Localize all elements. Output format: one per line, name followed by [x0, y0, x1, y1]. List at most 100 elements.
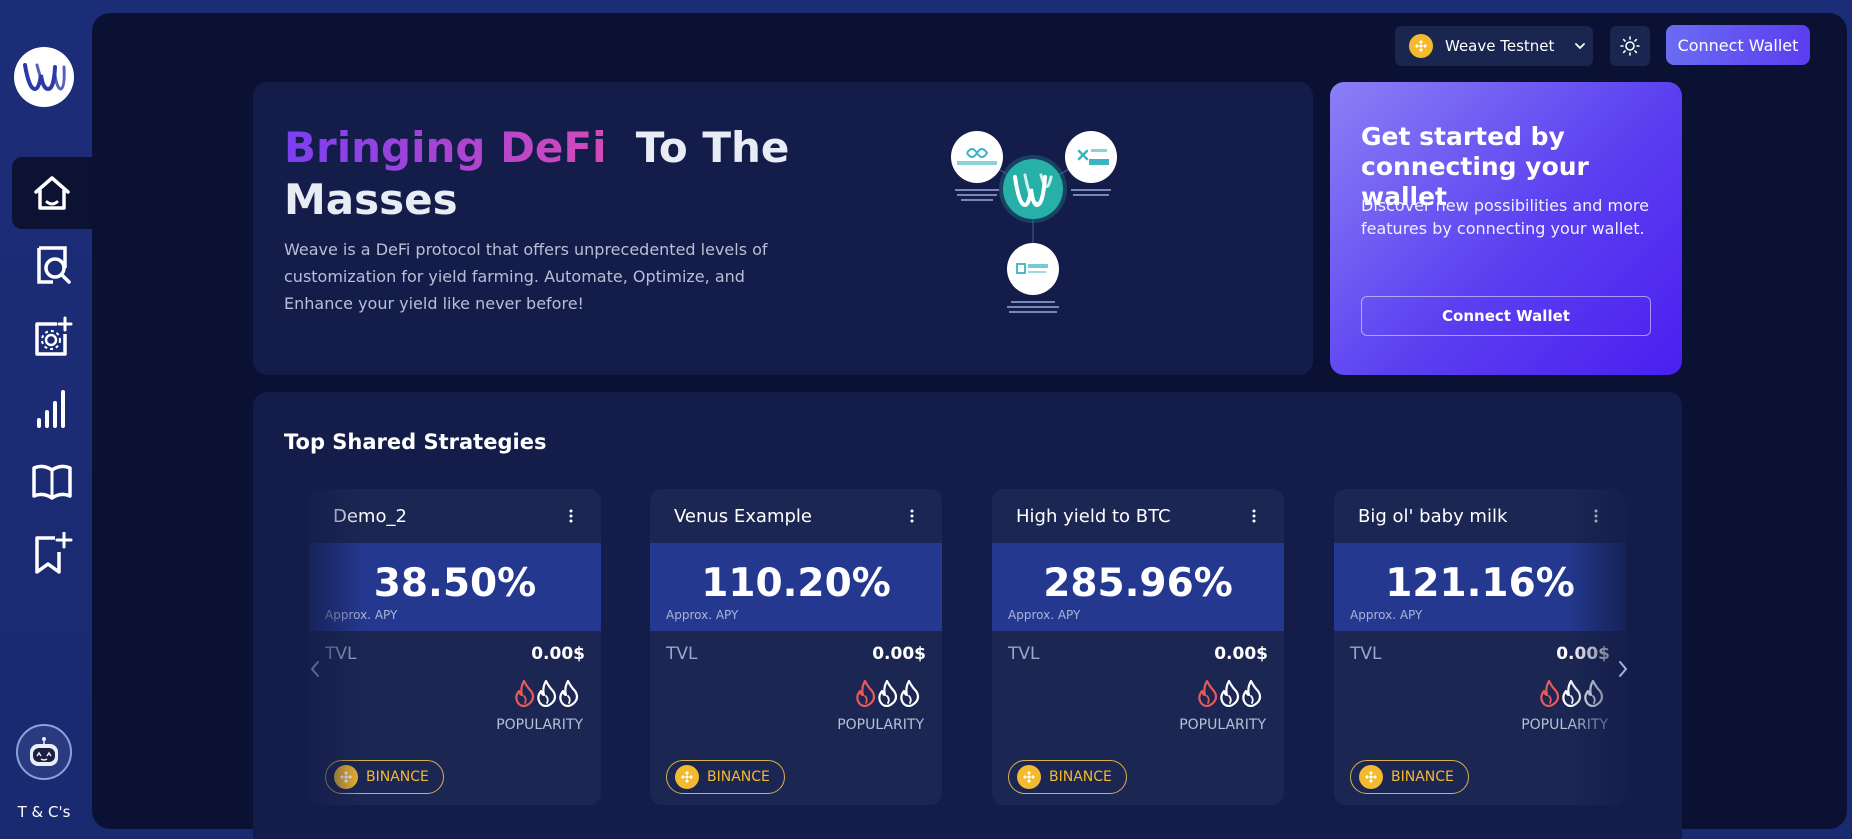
- apy-value: 121.16%: [1385, 561, 1575, 606]
- home-icon: [34, 176, 70, 210]
- apy-value: 285.96%: [1043, 561, 1233, 606]
- card-header: High yield to BTC: [992, 489, 1284, 543]
- bnb-icon: [334, 765, 358, 789]
- more-options-icon[interactable]: [563, 506, 579, 526]
- sidebar-item-create-strategy[interactable]: [12, 301, 92, 373]
- carousel-next-button[interactable]: [1613, 654, 1633, 684]
- popularity-flames: [1538, 679, 1604, 711]
- terms-link[interactable]: T & C's: [0, 803, 88, 821]
- chain-label: BINANCE: [1391, 769, 1454, 785]
- gear-add-icon: [35, 316, 73, 356]
- sidebar-item-docs[interactable]: [12, 445, 92, 517]
- sidebar: T & C's: [0, 0, 92, 839]
- tvl-label: TVL: [325, 644, 357, 664]
- strategy-card[interactable]: Demo_2 38.50% Approx. APY TVL 0.00$ POPULARIT…: [309, 489, 601, 805]
- apy-band: 285.96% Approx. APY: [992, 543, 1284, 631]
- strategy-name: High yield to BTC: [1016, 505, 1171, 527]
- apy-label: Approx. APY: [325, 608, 398, 622]
- popularity-label: POPULARITY: [1179, 717, 1266, 733]
- tvl-label: TVL: [666, 644, 698, 664]
- theme-toggle-button[interactable]: [1610, 26, 1650, 66]
- apy-band: 38.50% Approx. APY: [309, 543, 601, 631]
- bnb-icon: [1409, 34, 1433, 58]
- tvl-row: TVL 0.00$: [666, 644, 926, 664]
- tvl-value: 0.00$: [1556, 644, 1610, 664]
- chain-badge[interactable]: BINANCE: [1008, 760, 1127, 794]
- tvl-value: 0.00$: [1214, 644, 1268, 664]
- popularity-flames: [854, 679, 920, 711]
- more-options-icon[interactable]: [1246, 506, 1262, 526]
- popularity-label: POPULARITY: [1521, 717, 1608, 733]
- flame-icon: [1218, 679, 1240, 711]
- weave-logo-icon[interactable]: [14, 47, 74, 107]
- bnb-icon: [675, 765, 699, 789]
- flame-icon: [557, 679, 579, 711]
- sidebar-item-explore[interactable]: [12, 229, 92, 301]
- popularity-label: POPULARITY: [837, 717, 924, 733]
- sidebar-item-analytics[interactable]: [12, 373, 92, 445]
- chevron-left-icon: [310, 661, 319, 677]
- weave-ecosystem-graphic: [951, 131, 1117, 313]
- connect-wallet-button[interactable]: Connect Wallet: [1666, 25, 1810, 65]
- bar-chart-icon: [37, 390, 65, 428]
- bookmark-add-icon: [35, 532, 73, 574]
- flame-icon: [898, 679, 920, 711]
- chain-badge[interactable]: BINANCE: [1350, 760, 1469, 794]
- flame-icon: [1196, 679, 1218, 711]
- search-document-icon: [37, 246, 71, 284]
- card-header: Demo_2: [309, 489, 601, 543]
- popularity-flames: [1196, 679, 1262, 711]
- strategy-name: Venus Example: [674, 505, 812, 527]
- carousel-prev-button[interactable]: [305, 654, 325, 684]
- card-header: Venus Example: [650, 489, 942, 543]
- popularity-label: POPULARITY: [496, 717, 583, 733]
- hero-panel: Bringing DeFi To The Masses Weave is a D…: [253, 82, 1313, 375]
- tvl-value: 0.00$: [531, 644, 585, 664]
- strategy-name: Big ol' baby milk: [1358, 505, 1508, 527]
- strategy-card[interactable]: Big ol' baby milk 121.16% Approx. APY TVL 0.…: [1334, 489, 1626, 805]
- apy-value: 110.20%: [701, 561, 891, 606]
- chain-badge[interactable]: BINANCE: [325, 760, 444, 794]
- flame-icon: [535, 679, 557, 711]
- flame-icon: [1538, 679, 1560, 711]
- flame-icon: [1582, 679, 1604, 711]
- tvl-label: TVL: [1008, 644, 1040, 664]
- tvl-value: 0.00$: [872, 644, 926, 664]
- apy-value: 38.50%: [373, 561, 537, 606]
- apy-band: 121.16% Approx. APY: [1334, 543, 1626, 631]
- strategies-title: Top Shared Strategies: [284, 430, 547, 454]
- get-started-connect-button[interactable]: Connect Wallet: [1361, 296, 1651, 336]
- bnb-icon: [1017, 765, 1041, 789]
- flame-icon: [854, 679, 876, 711]
- sun-icon: [1620, 36, 1640, 56]
- card-header: Big ol' baby milk: [1334, 489, 1626, 543]
- hero-description: Weave is a DeFi protocol that offers unp…: [284, 240, 768, 313]
- chevron-down-icon: [1574, 42, 1586, 50]
- more-options-icon[interactable]: [904, 506, 920, 526]
- sidebar-item-home[interactable]: [12, 157, 92, 229]
- chain-badge[interactable]: BINANCE: [666, 760, 785, 794]
- strategy-card[interactable]: Venus Example 110.20% Approx. APY TVL 0.00$ P…: [650, 489, 942, 805]
- sidebar-item-saved[interactable]: [12, 517, 92, 589]
- get-started-card: Get started by connecting your wallet Di…: [1330, 82, 1682, 375]
- flame-icon: [1240, 679, 1262, 711]
- top-strategies-panel: Top Shared Strategies Demo_2 38.50% Approx…: [253, 392, 1682, 839]
- tvl-row: TVL 0.00$: [1350, 644, 1610, 664]
- hero-title-highlight: Bringing DeFi: [284, 123, 607, 172]
- apy-label: Approx. APY: [1350, 608, 1423, 622]
- robot-icon[interactable]: [16, 724, 72, 780]
- network-selector[interactable]: Weave Testnet: [1395, 26, 1593, 66]
- flame-icon: [513, 679, 535, 711]
- bnb-icon: [1359, 765, 1383, 789]
- more-options-icon[interactable]: [1588, 506, 1604, 526]
- network-label: Weave Testnet: [1445, 37, 1555, 55]
- tvl-row: TVL 0.00$: [1008, 644, 1268, 664]
- popularity-flames: [513, 679, 579, 711]
- strategy-card[interactable]: High yield to BTC 285.96% Approx. APY TVL 0.…: [992, 489, 1284, 805]
- strategy-name: Demo_2: [333, 505, 407, 527]
- flame-icon: [876, 679, 898, 711]
- apy-label: Approx. APY: [1008, 608, 1081, 622]
- apy-label: Approx. APY: [666, 608, 739, 622]
- tvl-row: TVL 0.00$: [325, 644, 585, 664]
- chain-label: BINANCE: [366, 769, 429, 785]
